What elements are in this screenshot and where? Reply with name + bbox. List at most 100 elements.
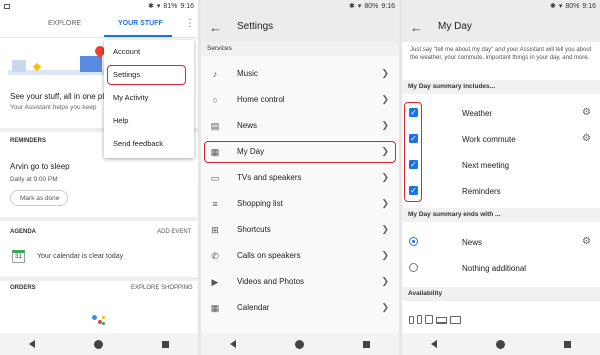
phone-device-icon: [417, 315, 422, 324]
assistant-your-stuff-screen: ✱ ▾ 81% 9:16 EXPLORE YOUR STUFF ⋮ See yo…: [0, 0, 198, 355]
assistant-dots-icon[interactable]: [92, 313, 108, 327]
home-nav-icon[interactable]: [495, 339, 505, 349]
status-bar: ✱ ▾ 81% 9:16: [0, 0, 198, 12]
bluetooth-icon: ✱: [348, 3, 355, 10]
end-row-news[interactable]: News ⚙: [402, 229, 600, 255]
device-icons: [409, 314, 461, 324]
section-gap-2: [0, 217, 198, 221]
menu-item-my-activity[interactable]: My Activity: [113, 93, 148, 102]
includes-label: My Day summary includes...: [408, 83, 496, 90]
chevron-right-icon: ❯: [381, 224, 389, 234]
settings-item-label: News: [237, 121, 258, 130]
includes-header: My Day summary includes...: [402, 80, 600, 94]
recents-nav-icon[interactable]: [362, 340, 370, 348]
hero-illustration: [8, 43, 108, 86]
android-nav-bar: [0, 333, 198, 355]
back-arrow-icon[interactable]: ←: [209, 20, 222, 35]
include-label: Next meeting: [462, 161, 510, 170]
recents-nav-icon[interactable]: [563, 340, 571, 348]
settings-item-label: Videos and Photos: [237, 277, 305, 286]
gear-icon[interactable]: ⚙: [582, 133, 591, 144]
home-nav-icon[interactable]: [294, 339, 304, 349]
settings-highlight: [107, 65, 186, 85]
chevron-right-icon: ❯: [381, 302, 389, 312]
lightbulb-icon: ○: [212, 95, 218, 105]
image-notification-icon: [4, 3, 10, 9]
home-nav-icon[interactable]: [93, 339, 103, 349]
back-arrow-icon[interactable]: ←: [410, 20, 423, 35]
gear-icon[interactable]: ⚙: [582, 107, 591, 118]
chevron-right-icon: ❯: [381, 172, 389, 182]
cast-icon: ▭: [210, 173, 220, 183]
nothing-additional-radio[interactable]: [409, 263, 418, 272]
settings-item-home-control[interactable]: ○ Home control ❯: [201, 87, 399, 113]
list-icon: ≡: [212, 199, 218, 209]
screens: ✱ ▾ 81% 9:16 EXPLORE YOUR STUFF ⋮ See yo…: [0, 0, 600, 355]
include-row-work-commute[interactable]: ✓ Work commute ⚙: [402, 126, 600, 152]
news-radio[interactable]: [409, 237, 418, 246]
overflow-menu: Account Settings My Activity Help Send f…: [104, 40, 194, 158]
agenda-heading: AGENDA: [10, 229, 37, 235]
section-gap-3: [0, 277, 198, 281]
calendar-day-number: 31: [15, 254, 22, 260]
status-right: ✱ ▾ 81% 9:16: [147, 2, 194, 11]
menu-item-send-feedback[interactable]: Send feedback: [113, 139, 163, 148]
settings-item-shopping-list[interactable]: ≡ Shopping list ❯: [201, 191, 399, 217]
services-header: Services: [201, 42, 399, 56]
settings-item-news[interactable]: ▤ News ❯: [201, 113, 399, 139]
mark-as-done-button[interactable]: Mark as done: [10, 190, 68, 206]
menu-item-account[interactable]: Account: [113, 47, 140, 56]
chevron-right-icon: ❯: [381, 276, 389, 286]
laptop-icon: [436, 317, 447, 324]
chevron-right-icon: ❯: [381, 120, 389, 130]
settings-item-videos-and-photos[interactable]: ▶ Videos and Photos ❯: [201, 269, 399, 295]
bluetooth-icon: ✱: [549, 3, 556, 10]
hero-text: See your stuff, all in one pla: [10, 92, 109, 101]
app-bar: ← Settings: [201, 12, 399, 42]
signal-icon: ▾: [357, 3, 362, 10]
recents-nav-icon[interactable]: [161, 340, 169, 348]
chevron-right-icon: ❯: [381, 94, 389, 104]
ends-label: My Day summary ends with ...: [408, 211, 501, 218]
settings-item-music[interactable]: ♪ Music ❯: [201, 61, 399, 87]
availability-label: Availability: [408, 290, 443, 297]
include-row-next-meeting[interactable]: ✓ Next meeting: [402, 152, 600, 178]
end-row-nothing-additional[interactable]: Nothing additional: [402, 255, 600, 281]
overflow-menu-icon[interactable]: ⋮: [185, 18, 195, 29]
menu-item-help[interactable]: Help: [113, 116, 128, 125]
play-icon: ▶: [211, 277, 219, 287]
back-nav-icon[interactable]: [230, 340, 237, 348]
android-nav-bar: [201, 333, 399, 355]
reminder-title[interactable]: Arvin go to sleep: [10, 162, 70, 171]
end-label: News: [462, 238, 483, 247]
explore-shopping-button[interactable]: EXPLORE SHOPPING: [131, 285, 193, 291]
tv-icon: [450, 316, 461, 324]
calendar-icon: ▦: [210, 303, 220, 313]
bluetooth-icon: ✱: [147, 3, 154, 10]
mark-as-done-label: Mark as done: [20, 195, 60, 202]
app-bar: ← My Day: [402, 12, 600, 42]
tab-your-stuff[interactable]: YOUR STUFF: [118, 20, 163, 27]
include-row-reminders[interactable]: ✓ Reminders: [402, 178, 600, 204]
music-note-icon: ♪: [212, 69, 218, 79]
back-nav-icon[interactable]: [29, 340, 36, 348]
tab-explore[interactable]: EXPLORE: [48, 20, 81, 27]
settings-item-calendar[interactable]: ▦ Calendar ❯: [201, 295, 399, 321]
include-row-weather[interactable]: ✓ Weather ⚙: [402, 100, 600, 126]
settings-item-label: Shopping list: [237, 199, 283, 208]
back-nav-icon[interactable]: [431, 340, 438, 348]
settings-item-shortcuts[interactable]: ⊞ Shortcuts ❯: [201, 217, 399, 243]
chevron-right-icon: ❯: [381, 198, 389, 208]
settings-item-tvs-and-speakers[interactable]: ▭ TVs and speakers ❯: [201, 165, 399, 191]
include-label: Weather: [462, 109, 493, 118]
settings-item-label: Calls on speakers: [237, 251, 301, 260]
battery-percent: 80%: [565, 2, 580, 10]
settings-item-calls-on-speakers[interactable]: ✆ Calls on speakers ❯: [201, 243, 399, 269]
add-event-button[interactable]: ADD EVENT: [157, 229, 191, 235]
gear-icon[interactable]: ⚙: [582, 236, 591, 247]
tab-divider: [0, 37, 198, 38]
include-label: Reminders: [462, 187, 501, 196]
status-bar: ✱ ▾ 80% 9:16: [402, 0, 600, 12]
page-title: Settings: [237, 21, 274, 32]
orders-heading: ORDERS: [10, 285, 36, 291]
